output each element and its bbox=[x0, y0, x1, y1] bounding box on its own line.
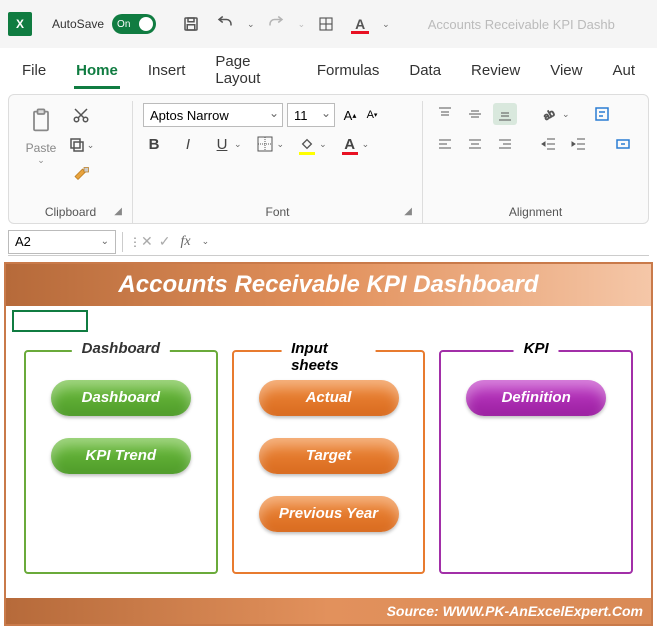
title-bar: X AutoSave On ⌄ ⌄ A ⌄ Accounts Receivabl… bbox=[0, 0, 657, 48]
fill-color-icon[interactable] bbox=[296, 133, 318, 155]
dashboard-banner: Accounts Receivable KPI Dashboard bbox=[6, 264, 651, 306]
font-launcher-icon[interactable]: ◢ bbox=[404, 206, 412, 217]
merge-center-icon[interactable] bbox=[611, 133, 635, 155]
tab-page-layout[interactable]: Page Layout bbox=[213, 43, 288, 97]
dashboard-footer: Source: WWW.PK-AnExcelExpert.Com bbox=[6, 598, 651, 624]
clipboard-group-label: Clipboard◢ bbox=[19, 201, 122, 221]
font-color-qat-caret[interactable]: ⌄ bbox=[382, 19, 390, 30]
orientation-caret[interactable]: ⌄ bbox=[562, 109, 570, 120]
document-title: Accounts Receivable KPI Dashb bbox=[428, 17, 615, 32]
autosave-state: On bbox=[117, 19, 130, 30]
excel-logo: X bbox=[8, 12, 32, 36]
save-icon[interactable] bbox=[178, 11, 204, 37]
ribbon: Paste ⌄ ⌄ Clipboard◢ A▴ A▾ B bbox=[8, 94, 649, 224]
tab-formulas[interactable]: Formulas bbox=[315, 52, 382, 89]
group-alignment: ab ⌄ Alignment bbox=[423, 101, 648, 223]
italic-button[interactable]: I bbox=[177, 133, 199, 155]
align-left-icon[interactable] bbox=[433, 133, 457, 155]
underline-caret[interactable]: ⌄ bbox=[234, 139, 242, 150]
decrease-font-icon[interactable]: A▾ bbox=[361, 103, 383, 127]
clipboard-launcher-icon[interactable]: ◢ bbox=[114, 206, 122, 217]
card-input-sheets: Input sheets Actual Target Previous Year bbox=[232, 350, 426, 574]
fill-color-caret[interactable]: ⌄ bbox=[319, 139, 327, 150]
enter-formula-icon[interactable]: ✓ bbox=[159, 233, 171, 250]
tab-view[interactable]: View bbox=[548, 52, 584, 89]
autosave-label: AutoSave bbox=[52, 17, 104, 31]
formula-input[interactable] bbox=[209, 230, 649, 254]
button-dashboard[interactable]: Dashboard bbox=[51, 380, 191, 416]
card-area: Dashboard Dashboard KPI Trend Input shee… bbox=[6, 306, 651, 598]
align-top-icon[interactable] bbox=[433, 103, 457, 125]
card-kpi: KPI Definition bbox=[439, 350, 633, 574]
svg-text:ab: ab bbox=[542, 108, 557, 122]
undo-caret[interactable]: ⌄ bbox=[247, 19, 255, 30]
underline-button[interactable]: U bbox=[211, 133, 233, 155]
tab-home[interactable]: Home bbox=[74, 52, 120, 89]
tab-insert[interactable]: Insert bbox=[146, 52, 188, 89]
decrease-indent-icon[interactable] bbox=[537, 133, 561, 155]
name-box[interactable]: A2 ⌄ bbox=[8, 230, 116, 254]
bold-button[interactable]: B bbox=[143, 133, 165, 155]
align-center-icon[interactable] bbox=[463, 133, 487, 155]
cancel-formula-icon[interactable]: ✕ bbox=[141, 233, 153, 250]
group-font: A▴ A▾ B I U⌄ ⌄ ⌄ A⌄ Font◢ bbox=[133, 101, 423, 223]
redo-caret[interactable]: ⌄ bbox=[298, 19, 306, 30]
increase-font-icon[interactable]: A▴ bbox=[339, 103, 361, 127]
paste-label: Paste bbox=[26, 141, 57, 155]
card-title-kpi: KPI bbox=[514, 340, 559, 357]
copy-icon[interactable]: ⌄ bbox=[67, 133, 95, 157]
increase-indent-icon[interactable] bbox=[567, 133, 591, 155]
format-painter-icon[interactable] bbox=[67, 163, 95, 187]
align-bottom-icon[interactable] bbox=[493, 103, 517, 125]
alignment-group-label: Alignment bbox=[433, 201, 638, 221]
card-title-dashboard: Dashboard bbox=[72, 340, 170, 357]
group-clipboard: Paste ⌄ ⌄ Clipboard◢ bbox=[9, 101, 133, 223]
toggle-knob bbox=[139, 17, 153, 31]
button-definition[interactable]: Definition bbox=[466, 380, 606, 416]
formula-bar: A2⌄ ⋮ ✕ ✓ fx ⌄ bbox=[8, 228, 649, 256]
font-name-select[interactable] bbox=[143, 103, 283, 127]
tab-file[interactable]: File bbox=[20, 52, 48, 89]
card-title-input: Input sheets bbox=[281, 340, 376, 374]
autosave-toggle[interactable]: On bbox=[112, 14, 156, 34]
font-size-select[interactable] bbox=[287, 103, 335, 127]
tab-data[interactable]: Data bbox=[407, 52, 443, 89]
cut-icon[interactable] bbox=[67, 103, 95, 127]
font-color-icon[interactable]: A bbox=[339, 133, 361, 155]
borders-icon[interactable] bbox=[254, 133, 276, 155]
selected-cell[interactable] bbox=[12, 310, 88, 332]
font-color-caret[interactable]: ⌄ bbox=[362, 139, 370, 150]
card-dashboard: Dashboard Dashboard KPI Trend bbox=[24, 350, 218, 574]
align-right-icon[interactable] bbox=[493, 133, 517, 155]
paste-caret[interactable]: ⌄ bbox=[37, 155, 45, 166]
tab-review[interactable]: Review bbox=[469, 52, 522, 89]
align-middle-icon[interactable] bbox=[463, 103, 487, 125]
undo-icon[interactable] bbox=[212, 11, 238, 37]
orientation-icon[interactable]: ab bbox=[537, 103, 561, 125]
menu-tabs: File Home Insert Page Layout Formulas Da… bbox=[0, 48, 657, 92]
paste-icon bbox=[25, 103, 57, 139]
fx-icon[interactable]: fx bbox=[180, 234, 190, 250]
button-actual[interactable]: Actual bbox=[259, 380, 399, 416]
name-box-caret[interactable]: ⌄ bbox=[101, 236, 109, 247]
button-target[interactable]: Target bbox=[259, 438, 399, 474]
paste-button[interactable]: Paste ⌄ bbox=[19, 103, 63, 201]
wrap-text-icon[interactable] bbox=[590, 103, 614, 125]
worksheet-canvas: Accounts Receivable KPI Dashboard Dashbo… bbox=[4, 262, 653, 626]
redo-icon[interactable] bbox=[263, 11, 289, 37]
button-previous-year[interactable]: Previous Year bbox=[259, 496, 399, 532]
font-group-label: Font◢ bbox=[143, 201, 412, 221]
borders-qat-icon[interactable] bbox=[313, 11, 339, 37]
borders-caret[interactable]: ⌄ bbox=[277, 139, 285, 150]
tab-automate[interactable]: Aut bbox=[610, 52, 637, 89]
font-color-qat-icon[interactable]: A bbox=[347, 11, 373, 37]
fx-caret[interactable]: ⌄ bbox=[202, 236, 210, 247]
cell-reference: A2 bbox=[15, 234, 31, 249]
button-kpi-trend[interactable]: KPI Trend bbox=[51, 438, 191, 474]
